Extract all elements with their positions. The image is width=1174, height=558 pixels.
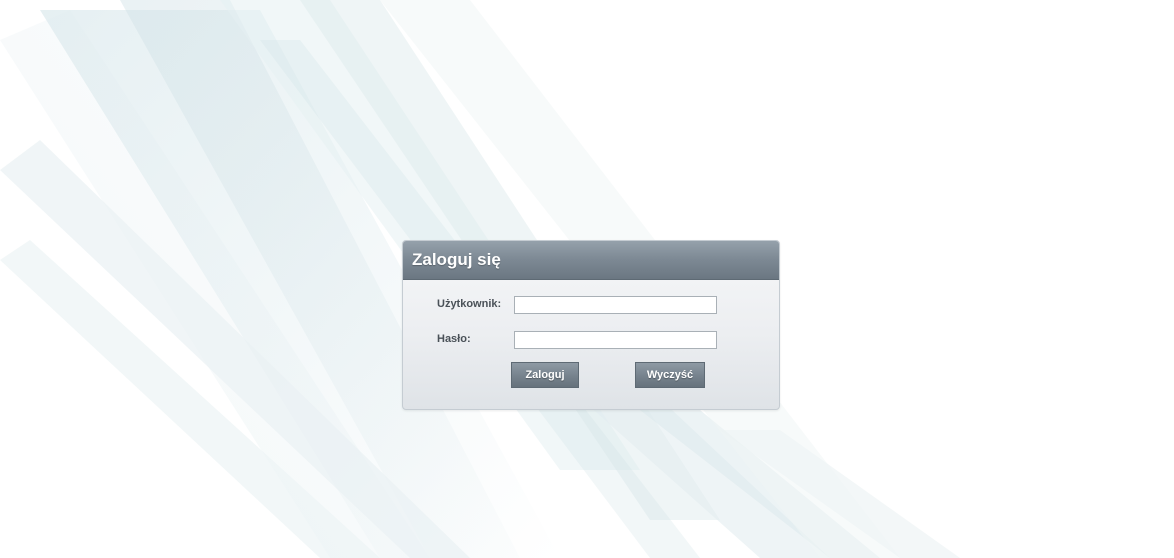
login-button[interactable]: Zaloguj xyxy=(511,362,579,388)
clear-button[interactable]: Wyczyść xyxy=(635,362,705,388)
password-row: Hasło: xyxy=(403,331,779,351)
login-page: Zaloguj się Użytkownik: Hasło: Zaloguj W… xyxy=(0,0,1174,558)
username-row: Użytkownik: xyxy=(403,296,779,316)
login-header: Zaloguj się xyxy=(403,241,779,280)
username-label: Użytkownik: xyxy=(437,298,502,310)
login-panel: Zaloguj się Użytkownik: Hasło: Zaloguj W… xyxy=(402,240,780,410)
login-title: Zaloguj się xyxy=(412,250,501,269)
username-input[interactable] xyxy=(514,296,717,314)
password-label: Hasło: xyxy=(437,333,471,345)
password-input[interactable] xyxy=(514,331,717,349)
